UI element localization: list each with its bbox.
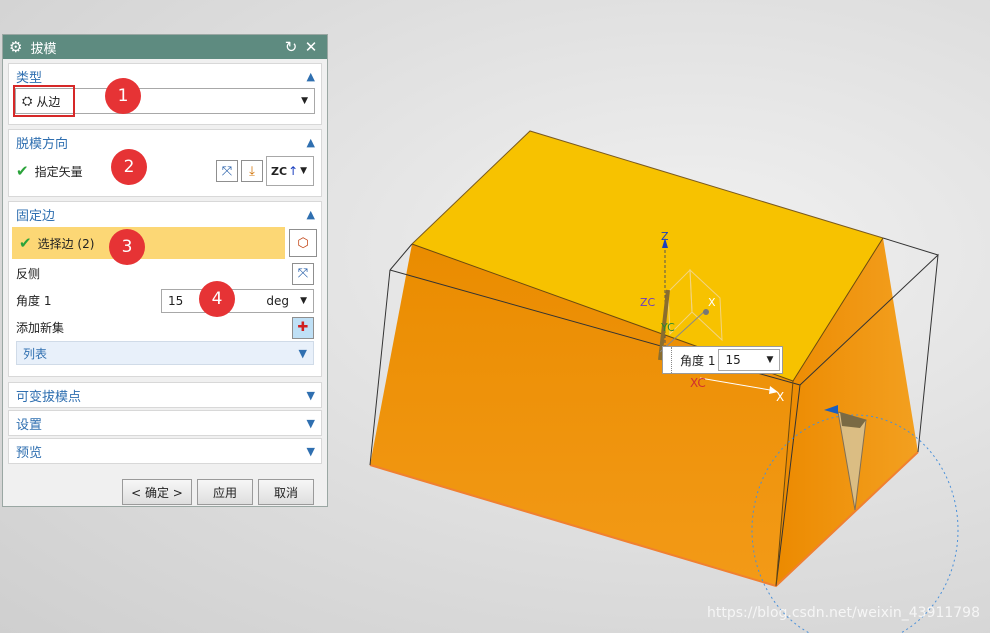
chevron-up-icon[interactable]: ▲ [307,70,315,83]
axis-yc-label: YC [661,321,675,334]
select-edge-cube-icon[interactable]: ⬡ [289,229,317,257]
fixed-edge-header[interactable]: 固定边 ▲ [9,202,321,226]
chevron-down-icon[interactable]: ▼ [300,166,307,176]
dialog-title: 拔模 [30,41,57,57]
vector-dialog-icon[interactable]: ⤓ [241,160,263,182]
arrow-up-icon: ↑ [288,164,299,178]
add-new-set-label: 添加新集 [16,321,65,335]
chevron-up-icon[interactable]: ▲ [307,136,315,149]
draft-dialog: ⚙ 拔模 ↻ ✕ 类型 ▲ ⛭ 从边 ▼ 脱模方向 ▲ ✔ 指定矢量 ⤧ ⤓ Z… [2,34,328,507]
gear-icon[interactable]: ⚙ [9,38,22,56]
check-icon: ✔ [16,162,29,180]
angle-input-popup[interactable]: 角度 1 15 ▼ [662,346,783,374]
chevron-up-icon[interactable]: ▲ [307,208,315,221]
chevron-down-icon[interactable]: ▼ [307,389,315,402]
reverse-side-label: 反侧 [16,267,41,281]
fixed-edge-label: 固定边 [16,208,56,224]
draw-direction-label: 脱模方向 [16,136,69,152]
angle-field[interactable]: 15 deg ▼ [161,288,314,313]
angle-popup-value[interactable]: 15 [725,353,740,367]
callout-4: 4 [199,281,235,317]
angle-label: 角度 1 [16,294,52,308]
vector-select-value: ZC [271,164,288,178]
add-set-icon[interactable]: ✚ [292,316,314,339]
chevron-down-icon[interactable]: ▼ [300,296,307,306]
draw-direction-header[interactable]: 脱模方向 ▲ [9,130,321,154]
type-section-label: 类型 [16,70,43,86]
select-edge-row[interactable]: ✔ 选择边 (2) [12,227,285,259]
callout-1: 1 [105,78,141,114]
watermark: https://blog.csdn.net/weixin_43911798 [706,605,980,621]
callout-3: 3 [109,229,145,265]
angle-unit[interactable]: deg [266,294,289,308]
chevron-down-icon[interactable]: ▼ [307,417,315,430]
select-edge-label: 选择边 (2) [37,236,95,251]
reverse-direction-icon[interactable]: ⤧ [216,160,238,182]
reset-icon[interactable]: ↻ [281,38,301,56]
draw-direction-section: 脱模方向 ▲ ✔ 指定矢量 ⤧ ⤓ ZC ↑ ▼ [8,129,322,197]
dialog-buttons: < 确定 > 应用 取消 [3,479,314,505]
dialog-titlebar[interactable]: ⚙ 拔模 ↻ ✕ [3,35,327,59]
chevron-down-icon[interactable]: ▼ [301,96,308,106]
preview-section[interactable]: 预览 ▼ [8,438,322,464]
vector-select[interactable]: ZC ↑ ▼ [266,156,314,186]
axis-x-label: X [708,296,716,309]
check-icon: ✔ [19,234,32,252]
variable-points-label: 可变拔模点 [16,389,82,405]
settings-section[interactable]: 设置 ▼ [8,410,322,436]
preview-label: 预览 [16,445,43,461]
list-bar[interactable]: 列表 ▼ [16,341,314,365]
callout-2: 2 [111,149,147,185]
chevron-down-icon[interactable]: ▼ [307,445,315,458]
chevron-down-icon[interactable]: ▼ [767,355,774,365]
angle-popup-field[interactable]: 15 ▼ [718,349,781,371]
angle-popup-label: 角度 1 [680,353,716,368]
axis-x2-label: X [776,390,785,404]
fixed-edge-section: 固定边 ▲ ✔ 选择边 (2) ⬡ 反侧 ⤧ 角度 1 15 deg ▼ 添加新… [8,201,322,377]
settings-label: 设置 [16,417,43,433]
apply-button[interactable]: 应用 [197,479,253,505]
ok-button[interactable]: < 确定 > [122,479,192,505]
chevron-down-icon[interactable]: ▼ [299,347,307,360]
list-label: 列表 [23,346,48,361]
axis-z-label: Z [661,230,669,243]
axis-xc-label: XC [690,376,706,390]
grip-icon[interactable] [663,347,672,373]
cancel-button[interactable]: 取消 [258,479,314,505]
variable-points-section[interactable]: 可变拔模点 ▼ [8,382,322,408]
close-icon[interactable]: ✕ [301,38,321,56]
reverse-side-icon[interactable]: ⤧ [292,262,314,285]
axis-zc-label: ZC [640,296,656,309]
highlight-box [13,85,75,117]
